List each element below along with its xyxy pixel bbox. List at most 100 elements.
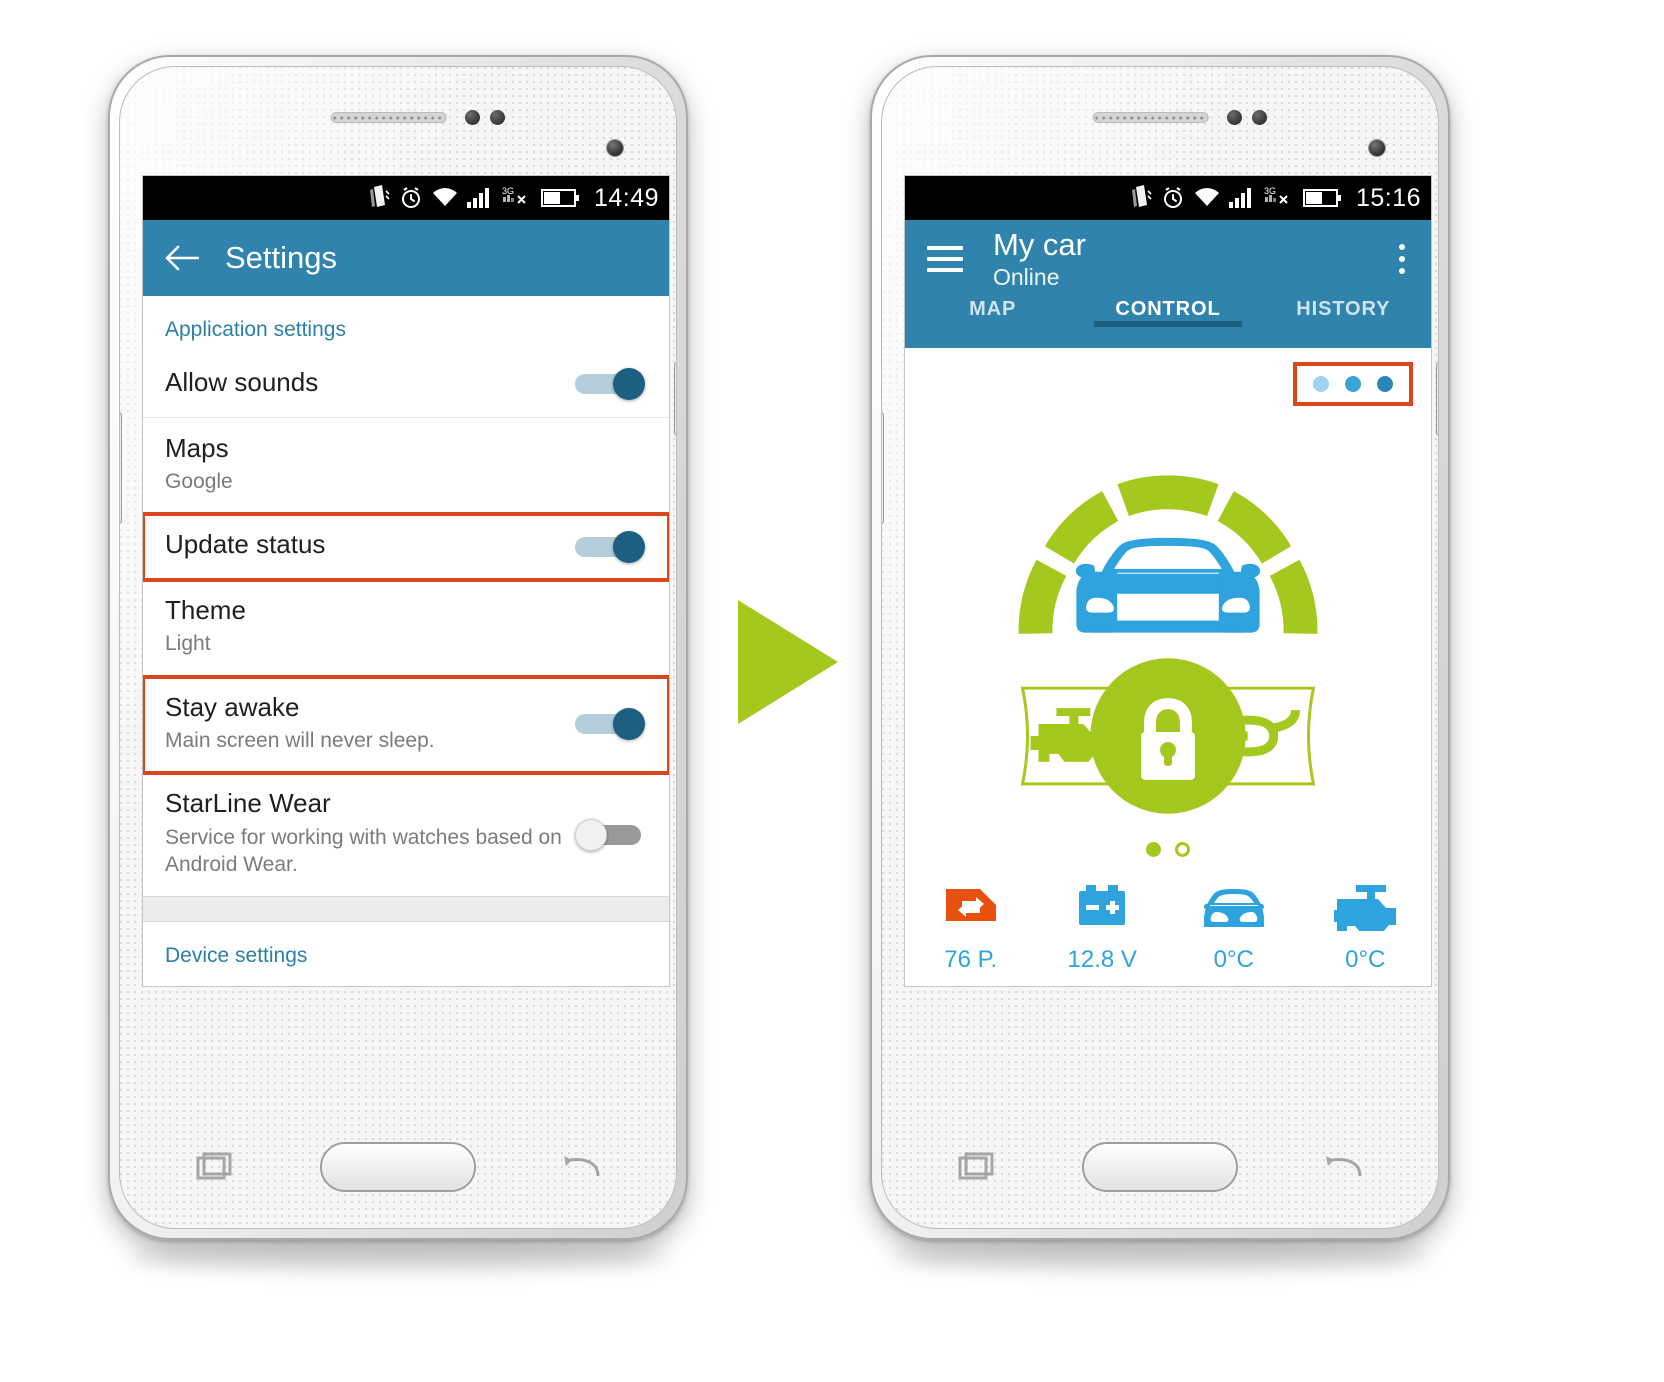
screenshot-stage: 3G 14:49 Settings Application settings A… — [0, 0, 1664, 1382]
settings-list[interactable]: Application settings Allow sounds Maps G… — [143, 296, 669, 986]
overflow-dot — [1399, 268, 1405, 274]
tab-bar[interactable]: MAP CONTROL HISTORY — [905, 296, 1431, 348]
overflow-menu-icon[interactable] — [1399, 244, 1405, 280]
signal-strength-icon — [945, 889, 996, 921]
status-signal[interactable]: 76 P. — [905, 874, 1037, 974]
light-sensor-icon — [489, 110, 505, 125]
carousel-dot[interactable] — [1377, 376, 1393, 392]
volume-button[interactable] — [882, 412, 884, 524]
left-phone-device: 3G 14:49 Settings Application settings A… — [108, 55, 688, 1240]
earpiece-row — [120, 107, 676, 133]
setting-title: Maps — [165, 432, 229, 463]
battery-icon — [540, 189, 579, 207]
left-phone-body: 3G 14:49 Settings Application settings A… — [119, 66, 677, 1229]
setting-row-allow-sounds[interactable]: Allow sounds — [143, 352, 669, 418]
data-off-icon: 3G — [1264, 186, 1288, 204]
status-icon-wrap — [1037, 874, 1169, 936]
status-cabin-temp[interactable]: 0°C — [1168, 874, 1300, 974]
hamburger-line — [927, 257, 963, 261]
setting-subtitle: Google — [165, 470, 233, 493]
status-engine-temp[interactable]: 0°C — [1300, 874, 1432, 974]
allow-sounds-toggle[interactable] — [575, 368, 645, 401]
setting-title: StarLine Wear — [165, 788, 331, 819]
right-phone-device: 3G 15:16 My car Online MAP CONTROL HISTO… — [870, 55, 1450, 1240]
alarm-icon — [401, 187, 420, 208]
action-row-icons — [1020, 658, 1316, 814]
front-camera-icon — [606, 139, 624, 157]
toggle-knob — [613, 708, 645, 741]
right-status-time: 15:16 — [1355, 183, 1421, 212]
carousel-dot[interactable] — [1313, 376, 1329, 392]
proximity-sensor-icon — [1226, 110, 1242, 125]
wifi-icon — [1194, 188, 1219, 206]
power-button[interactable] — [1436, 362, 1438, 436]
toggle-knob — [613, 530, 645, 563]
recents-key-icon[interactable] — [194, 1152, 234, 1182]
back-key-icon[interactable] — [1324, 1152, 1364, 1182]
setting-row-telematics[interactable]: Telematics 2.0 Car alarm — [143, 978, 669, 986]
status-gauge — [905, 406, 1431, 636]
setting-subtitle: Service for working with watches based o… — [165, 825, 562, 877]
setting-row-maps[interactable]: Maps Google — [143, 418, 669, 515]
page-dot-active[interactable] — [1146, 842, 1161, 857]
recents-key-icon[interactable] — [956, 1152, 996, 1182]
left-phone-shadow — [128, 1242, 668, 1272]
setting-row-theme[interactable]: Theme Light — [143, 580, 669, 677]
cabin-temp-icon — [1203, 889, 1264, 927]
status-battery[interactable]: 12.8 V — [1037, 874, 1169, 974]
vehicle-status-strip: 76 P. 12.8 V 0°C 0°C — [905, 874, 1431, 974]
carousel-indicator[interactable] — [1293, 362, 1413, 406]
page-indicator[interactable] — [905, 842, 1431, 857]
starline-wear-toggle[interactable] — [575, 818, 645, 851]
right-phone-screen: 3G 15:16 My car Online MAP CONTROL HISTO… — [904, 175, 1432, 987]
volume-button[interactable] — [120, 412, 122, 524]
stay-awake-toggle[interactable] — [575, 708, 645, 741]
device-name: My car — [993, 227, 1086, 262]
setting-row-starline-wear[interactable]: StarLine Wear Service for working with w… — [143, 773, 669, 896]
vibrate-icon — [369, 185, 390, 207]
power-button[interactable] — [674, 362, 676, 436]
hamburger-line — [927, 246, 963, 250]
status-icon-wrap — [1168, 874, 1300, 936]
control-panel: 76 P. 12.8 V 0°C 0°C — [905, 348, 1431, 986]
back-arrow-icon[interactable] — [165, 245, 199, 271]
right-phone-body: 3G 15:16 My car Online MAP CONTROL HISTO… — [881, 66, 1439, 1229]
status-value: 12.8 V — [1067, 946, 1137, 973]
overflow-dot — [1399, 256, 1405, 262]
battery-icon — [1302, 189, 1341, 207]
section-header-application: Application settings — [165, 318, 346, 341]
vibrate-icon — [1131, 185, 1152, 207]
signal-icon — [466, 188, 489, 208]
alarm-icon — [1163, 187, 1182, 208]
tab-control[interactable]: CONTROL — [1080, 296, 1255, 327]
status-icon-wrap — [905, 874, 1037, 936]
home-button[interactable] — [1082, 1142, 1238, 1192]
status-value: 0°C — [1213, 946, 1254, 973]
setting-row-stay-awake[interactable]: Stay awake Main screen will never sleep. — [143, 674, 669, 776]
hamburger-icon[interactable] — [927, 246, 963, 272]
gauge-arc-icon — [1018, 475, 1318, 634]
flow-arrow-icon — [738, 600, 838, 724]
back-key-icon[interactable] — [562, 1152, 602, 1182]
front-camera-icon — [1368, 139, 1386, 157]
carousel-dot[interactable] — [1345, 376, 1361, 392]
toggle-knob — [575, 818, 607, 851]
home-button[interactable] — [320, 1142, 476, 1192]
section-divider — [143, 896, 669, 923]
lock-button[interactable] — [1090, 658, 1246, 814]
page-title: Settings — [225, 240, 338, 275]
setting-row-update-status[interactable]: Update status — [143, 512, 669, 582]
hamburger-line — [927, 268, 963, 272]
setting-subtitle: Main screen will never sleep. — [165, 729, 435, 753]
page-dot-inactive[interactable] — [1175, 842, 1190, 857]
tab-history[interactable]: HISTORY — [1256, 296, 1431, 321]
tab-map[interactable]: MAP — [905, 296, 1080, 321]
settings-app-bar: Settings — [143, 220, 669, 296]
device-status: Online — [993, 264, 1060, 291]
update-status-toggle[interactable] — [575, 530, 645, 563]
setting-title: Theme — [165, 594, 246, 625]
proximity-sensor-icon — [464, 110, 480, 125]
setting-subtitle: Light — [165, 632, 211, 656]
svg-text:3G: 3G — [1264, 186, 1276, 196]
section-header-device: Device settings — [165, 944, 308, 968]
